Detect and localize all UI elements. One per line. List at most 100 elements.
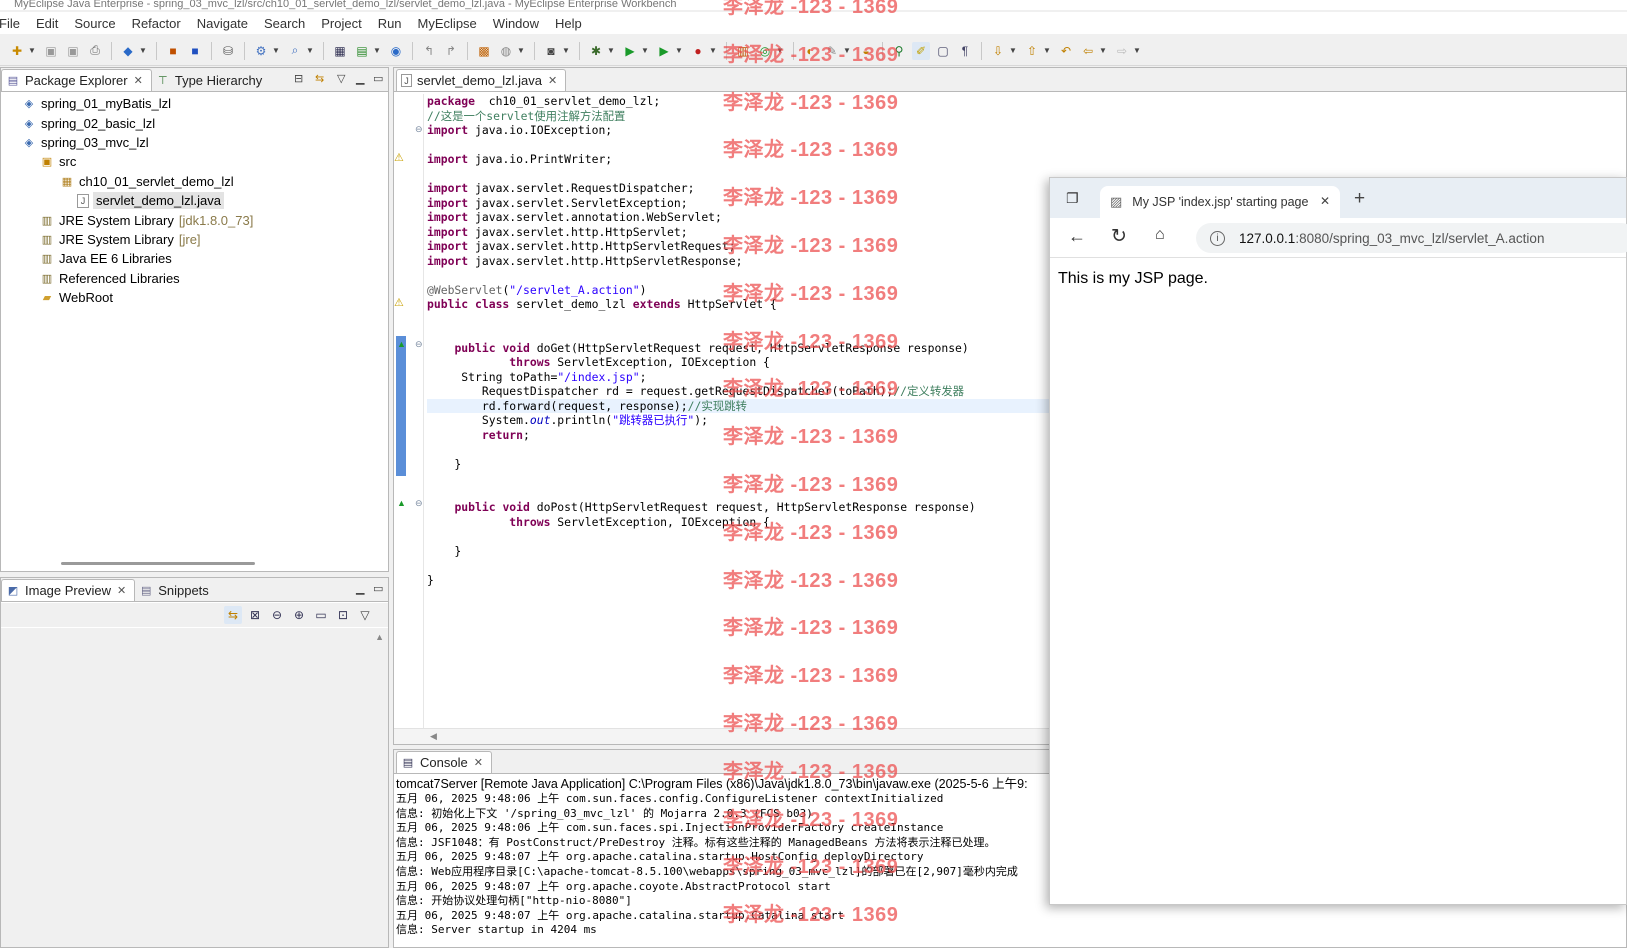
server-run-icon[interactable]: ◎	[756, 42, 774, 60]
scroll-left-icon[interactable]: ◀	[430, 731, 437, 742]
actual-size-icon[interactable]: ▭	[312, 606, 330, 624]
horizontal-scrollbar[interactable]	[61, 562, 255, 565]
dropdown-icon[interactable]: ▼	[641, 46, 649, 55]
block-selection-icon[interactable]: ▢	[934, 42, 952, 60]
new-tab-icon[interactable]: +	[1354, 188, 1365, 210]
open-type-icon[interactable]: ■	[164, 42, 182, 60]
close-icon[interactable]: ✕	[134, 74, 143, 87]
save-icon[interactable]: ▣	[42, 42, 60, 60]
menu-file[interactable]: File	[0, 16, 20, 31]
tab-package-explorer[interactable]: ▤ Package Explorer ✕	[1, 69, 152, 91]
menu-refactor[interactable]: Refactor	[132, 16, 181, 31]
maximize-icon[interactable]: ▭	[373, 582, 383, 595]
site-info-icon[interactable]: i	[1210, 230, 1225, 246]
dropdown-icon[interactable]: ▼	[709, 46, 717, 55]
forward-icon[interactable]: ⇨	[1113, 42, 1131, 60]
zoom-out-icon[interactable]: ⊖	[268, 606, 286, 624]
tree-item[interactable]: ▰ WebRoot	[1, 288, 388, 307]
dropdown-icon[interactable]: ▼	[776, 46, 784, 55]
camera-icon[interactable]: ◙	[542, 42, 560, 60]
globe-icon[interactable]: ◉	[387, 42, 405, 60]
menu-myeclipse[interactable]: MyEclipse	[418, 16, 477, 31]
dropdown-icon[interactable]: ▼	[272, 46, 280, 55]
fold-icon[interactable]: ⊖	[415, 339, 423, 350]
edit-icon[interactable]: ✎	[823, 42, 841, 60]
menu-edit[interactable]: Edit	[36, 16, 58, 31]
forward-history-icon[interactable]: ↱	[442, 42, 460, 60]
toggle-breadcrumb-icon[interactable]: ⚲	[890, 42, 908, 60]
dropdown-icon[interactable]: ▼	[843, 46, 851, 55]
tree-item[interactable]: ▣ src	[1, 152, 388, 171]
open-perspective-icon[interactable]: ◐	[801, 42, 819, 60]
search-icon[interactable]: ⌕	[286, 42, 304, 60]
sync-icon[interactable]: ◍	[497, 42, 515, 60]
tab-servlet-demo-java[interactable]: J servlet_demo_lzl.java ✕	[396, 69, 567, 91]
menu-source[interactable]: Source	[74, 16, 115, 31]
dropdown-icon[interactable]: ▼	[306, 46, 314, 55]
menu-navigate[interactable]: Navigate	[197, 16, 248, 31]
collapse-all-icon[interactable]: ⊟	[294, 72, 303, 85]
tree-item[interactable]: Jservlet_demo_lzl.java	[1, 191, 388, 210]
close-tab-icon[interactable]: ✕	[1320, 194, 1330, 208]
dropdown-icon[interactable]: ▼	[607, 46, 615, 55]
browser-tab[interactable]: ▨ My JSP 'index.jsp' starting page ✕	[1100, 186, 1340, 218]
tree-item[interactable]: ◈ spring_02_basic_lzl	[1, 113, 388, 132]
database-icon[interactable]: ⛁	[219, 42, 237, 60]
menu-help[interactable]: Help	[555, 16, 582, 31]
view-menu-icon[interactable]: ▽	[337, 72, 345, 85]
back-arrow-icon[interactable]: ←	[1068, 226, 1086, 247]
open-resource-icon[interactable]: ■	[186, 42, 204, 60]
tree-item[interactable]: ◈ spring_01_myBatis_lzl	[1, 94, 388, 113]
tree-item[interactable]: ▥ JRE System Library [jre]	[1, 230, 388, 249]
address-bar[interactable]: i 127.0.0.1:8080/spring_03_mvc_lzl/servl…	[1196, 223, 1627, 253]
external-tools-icon[interactable]: ●	[689, 42, 707, 60]
debug-icon[interactable]: ✱	[587, 42, 605, 60]
zoom-in-icon[interactable]: ⊕	[290, 606, 308, 624]
sync-selection-icon[interactable]: ⇆	[224, 606, 242, 624]
tree-item[interactable]: ▥ JRE System Library [jdk1.8.0_73]	[1, 210, 388, 229]
scroll-up-icon[interactable]: ▲	[375, 632, 384, 642]
close-icon[interactable]: ✕	[117, 584, 126, 597]
run-icon[interactable]: ▶	[621, 42, 639, 60]
dropdown-icon[interactable]: ▼	[562, 46, 570, 55]
close-icon[interactable]: ✕	[474, 756, 483, 769]
tree-item[interactable]: ▥ Referenced Libraries	[1, 269, 388, 288]
dropdown-icon[interactable]: ▼	[1009, 46, 1017, 55]
previous-annotation-icon[interactable]: ⇧	[1023, 42, 1041, 60]
tab-snippets[interactable]: ▤ Snippets	[135, 579, 217, 601]
tree-item[interactable]: ◈ spring_03_mvc_lzl	[1, 133, 388, 152]
tab-console[interactable]: ▤ Console ✕	[396, 751, 492, 773]
new-dropdown-icon[interactable]: ▼	[28, 46, 36, 55]
link-with-editor-icon[interactable]: ⇆	[315, 72, 324, 85]
close-icon[interactable]: ✕	[548, 74, 557, 87]
fold-icon[interactable]: ⊖	[415, 124, 423, 135]
view-menu-icon[interactable]: ▽	[356, 606, 374, 624]
tree-item[interactable]: ▦ ch10_01_servlet_demo_lzl	[1, 172, 388, 191]
next-annotation-icon[interactable]: ⇩	[989, 42, 1007, 60]
folder-open-icon[interactable]: ◒	[857, 42, 875, 60]
deploy-icon[interactable]: ⚙	[252, 42, 270, 60]
fold-icon[interactable]: ⊖	[415, 498, 423, 509]
dropdown-icon[interactable]: ▼	[1043, 46, 1051, 55]
menu-window[interactable]: Window	[493, 16, 539, 31]
last-edit-location-icon[interactable]: ↶	[1057, 42, 1075, 60]
new-web-project-icon[interactable]: ◆	[119, 42, 137, 60]
tree-item[interactable]: ▥ Java EE 6 Libraries	[1, 249, 388, 268]
show-whitespace-icon[interactable]: ¶	[956, 42, 974, 60]
run-config-icon[interactable]: ▶	[655, 42, 673, 60]
back-icon[interactable]: ⇦	[1079, 42, 1097, 60]
save-all-icon[interactable]: ▣	[64, 42, 82, 60]
new-class-icon[interactable]: ▤	[353, 42, 371, 60]
menu-project[interactable]: Project	[321, 16, 361, 31]
home-icon[interactable]: ⌂	[1155, 226, 1165, 244]
new-icon[interactable]: ✚	[8, 42, 26, 60]
mark-occurrences-icon[interactable]: ✐	[912, 41, 930, 60]
fit-image-icon[interactable]: ⊠	[246, 606, 264, 624]
print-icon[interactable]: ⎙	[86, 42, 104, 60]
maximize-icon[interactable]: ▭	[373, 72, 383, 85]
reload-icon[interactable]: ↻	[1111, 225, 1127, 248]
server-manage-icon[interactable]: ▥	[734, 42, 752, 60]
zoom-fit-icon[interactable]: ⊡	[334, 606, 352, 624]
menu-search[interactable]: Search	[264, 16, 305, 31]
team-icon[interactable]: ▩	[475, 42, 493, 60]
